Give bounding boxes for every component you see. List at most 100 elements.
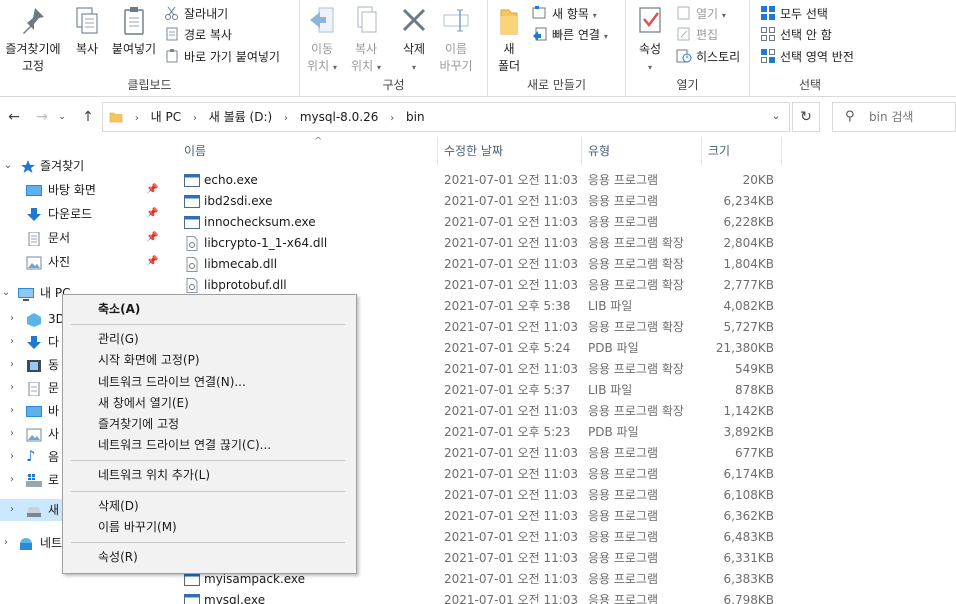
nav-desktop[interactable]: 바탕 화면 📌 (0, 179, 164, 201)
delete-button[interactable]: 삭제 ▾ (392, 4, 436, 76)
table-row[interactable]: libprotobuf.dll 2021-07-01 오전 11:03 응용 프로그… (164, 275, 956, 296)
menu-item-collapse[interactable]: 축소(A) (64, 299, 355, 320)
table-row[interactable]: echo.exe 2021-07-01 오전 11:03 응용 프로그램 20KB (164, 170, 956, 191)
history-button[interactable]: 히스토리 (676, 47, 740, 67)
menu-item-map-network-drive[interactable]: 네트워크 드라이브 연결(N)... (64, 372, 355, 393)
menu-item-pin-to-start[interactable]: 시작 화면에 고정(P) (64, 350, 355, 371)
rename-button[interactable]: 이름 바꾸기 (436, 4, 476, 75)
chevron-right-icon[interactable]: › (6, 469, 18, 491)
recent-locations-button[interactable]: ⌄ (56, 107, 68, 127)
address-bar[interactable]: › 내 PC › 새 볼륨 (D:) › mysql-8.0.26 › bin … (102, 102, 790, 132)
copy-path-button[interactable]: 경로 복사 (164, 25, 232, 45)
pin-icon[interactable]: 📌 (146, 227, 158, 249)
paste-shortcut-button[interactable]: 바로 가기 붙여넣기 (164, 47, 280, 67)
nav-downloads[interactable]: 다운로드 📌 (0, 203, 164, 225)
search-input[interactable] (869, 108, 953, 126)
easy-access-button[interactable]: 빠른 연결 ▾ (532, 25, 608, 45)
chevron-down-icon[interactable]: ⌄ (2, 155, 14, 177)
file-size: 6,228KB (723, 215, 774, 229)
back-button[interactable]: ← (4, 107, 24, 127)
document-icon (26, 381, 42, 397)
chevron-right-icon[interactable]: › (6, 308, 18, 330)
file-date: 2021-07-01 오전 11:03 (444, 215, 579, 229)
file-type: 응용 프로그램 (588, 467, 659, 481)
rename-icon (440, 4, 472, 38)
chevron-down-icon[interactable]: ⌄ (0, 282, 12, 304)
column-header-size[interactable]: 크기 (702, 137, 782, 165)
open-group: 속성 ▾ 열기 ▾ 편집 히스토리 열기 (626, 0, 750, 97)
computer-icon (18, 286, 34, 301)
file-type: 응용 프로그램 확장 (588, 257, 684, 271)
file-type: 응용 프로그램 (588, 551, 659, 565)
chevron-right-icon[interactable]: › (6, 499, 18, 521)
nav-pictures[interactable]: 사진 📌 (0, 251, 164, 273)
menu-item-add-network-location[interactable]: 네트워크 위치 추가(L) (64, 465, 355, 486)
menu-item-pin-quick-access[interactable]: 즐겨찾기에 고정 (64, 414, 355, 435)
table-row[interactable]: libmecab.dll 2021-07-01 오전 11:03 응용 프로그램 확… (164, 254, 956, 275)
move-to-button[interactable]: 이동 위치 ▾ (302, 4, 342, 76)
table-row[interactable]: mysql.exe 2021-07-01 오전 11:03 응용 프로그램 6,798… (164, 590, 956, 604)
menu-item-manage[interactable]: 관리(G) (64, 329, 355, 350)
new-item-button[interactable]: 새 항목 ▾ (532, 4, 597, 24)
edit-button[interactable]: 편집 (676, 25, 718, 45)
table-row[interactable]: ibd2sdi.exe 2021-07-01 오전 11:03 응용 프로그램 6,2… (164, 191, 956, 212)
chevron-right-icon[interactable]: › (6, 331, 18, 353)
new-folder-button[interactable]: 새 폴더 (492, 4, 526, 75)
breadcrumb-volume-d[interactable]: 새 볼륨 (D:) (209, 110, 272, 124)
chevron-right-icon[interactable]: › (6, 400, 18, 422)
chevron-right-icon[interactable]: › (0, 532, 12, 554)
copy-to-button[interactable]: 복사 위치 ▾ (344, 4, 388, 76)
chevron-right-icon[interactable]: › (6, 446, 18, 468)
drive-icon (26, 503, 42, 517)
pin-icon[interactable]: 📌 (146, 251, 158, 273)
open-button[interactable]: 열기 ▾ (676, 4, 726, 24)
file-size: 677KB (734, 446, 774, 460)
table-row[interactable]: libcrypto-1_1-x64.dll 2021-07-01 오전 11:03… (164, 233, 956, 254)
nav-documents[interactable]: 문서 📌 (0, 227, 164, 249)
copy-button[interactable]: 복사 (66, 4, 108, 58)
scissors-icon (164, 6, 180, 20)
menu-item-rename[interactable]: 이름 바꾸기(M) (64, 517, 355, 538)
breadcrumb-bin[interactable]: bin (406, 110, 425, 124)
select-all-button[interactable]: 모두 선택 (760, 4, 828, 24)
arrow-up-icon: ↑ (82, 109, 94, 125)
refresh-button[interactable]: ↻ (792, 102, 820, 132)
cut-label: 잘라내기 (184, 7, 229, 21)
pin-quick-access-button[interactable]: 즐겨찾기에 고정 (2, 4, 64, 75)
search-box[interactable]: ⚲ (832, 102, 956, 132)
column-header-type[interactable]: 유형 (582, 137, 702, 165)
menu-item-disconnect-network-drive[interactable]: 네트워크 드라이브 연결 끊기(C)... (64, 435, 355, 456)
invert-selection-icon (760, 49, 776, 63)
menu-item-properties[interactable]: 속성(R) (64, 547, 355, 568)
address-history-dropdown[interactable]: ⌄ (763, 103, 789, 131)
pin-icon[interactable]: 📌 (146, 203, 158, 225)
menu-item-open-new-window[interactable]: 새 창에서 열기(E) (64, 393, 355, 414)
column-header-name[interactable]: 이름 ^ (178, 137, 438, 165)
invert-selection-button[interactable]: 선택 영역 반전 (760, 47, 854, 67)
new-item-icon (532, 6, 548, 20)
cut-button[interactable]: 잘라내기 (164, 4, 228, 24)
file-size: 6,108KB (723, 488, 774, 502)
menu-item-delete[interactable]: 삭제(D) (64, 496, 355, 517)
file-date: 2021-07-01 오전 11:03 (444, 446, 579, 460)
table-row[interactable]: innochecksum.exe 2021-07-01 오전 11:03 응용 프로… (164, 212, 956, 233)
copy-to-label: 복사 위치 ▾ (344, 41, 388, 76)
column-header-date[interactable]: 수정한 날짜 (438, 137, 582, 165)
breadcrumb-this-pc[interactable]: 내 PC (151, 110, 181, 124)
chevron-down-icon: ▾ (592, 11, 597, 20)
forward-button[interactable]: → (32, 107, 52, 127)
pin-icon[interactable]: 📌 (146, 179, 158, 201)
chevron-right-icon[interactable]: › (6, 377, 18, 399)
paste-button[interactable]: 붙여넣기 (108, 4, 160, 58)
properties-button[interactable]: 속성 ▾ (632, 4, 668, 76)
chevron-right-icon[interactable]: › (6, 354, 18, 376)
download-arrow-icon (26, 335, 42, 349)
file-size: 20KB (742, 173, 774, 187)
breadcrumb-mysql[interactable]: mysql-8.0.26 (300, 110, 379, 124)
nav-quick-access[interactable]: ⌄ 즐겨찾기 (0, 155, 164, 177)
chevron-right-icon[interactable]: › (6, 423, 18, 445)
select-none-button[interactable]: 선택 안 함 (760, 25, 832, 45)
up-button[interactable]: ↑ (78, 107, 98, 127)
file-type: 응용 프로그램 (588, 488, 659, 502)
file-date: 2021-07-01 오전 11:03 (444, 194, 579, 208)
